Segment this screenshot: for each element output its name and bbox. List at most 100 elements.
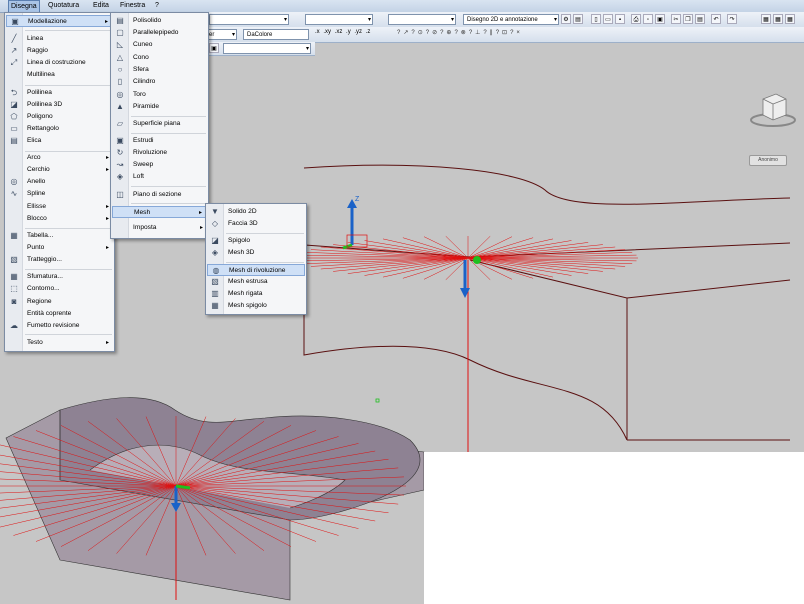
menu-item-parallelepipedo[interactable]: ▢ Parallelepipedo [112,27,207,39]
menu-item-mesh-estrusa[interactable]: ▧ Mesh estrusa [207,276,305,288]
menu-item-cuneo[interactable]: ◺ Cuneo [112,39,207,51]
undo-icon[interactable]: ↶ [711,14,721,24]
layer-state-icon[interactable]: ▣ [209,43,219,53]
menu-item-mesh-spigolo[interactable]: ▦ Mesh spigolo [207,300,305,312]
menu-item-arco[interactable]: Arco ▸ [6,152,113,164]
torus-icon: ◎ [116,90,124,99]
menu-help[interactable]: ? [155,2,159,9]
menu-item-modellazione[interactable]: ▣ Modellazione ▸ [6,15,113,27]
menu-item-blocco[interactable]: Blocco ▸ [6,213,113,225]
workspace-combo[interactable]: Disegno 2D e annotazione ▾ [463,14,559,25]
menu-item-contorno[interactable]: ⬚ Contorno... [6,283,113,295]
menu-item-linea-costruzione[interactable]: ⤢ Linea di costruzione [6,57,113,69]
menu-item-mesh-3d[interactable]: ◈ Mesh 3D [207,247,305,259]
menu-item-punto[interactable]: Punto ▸ [6,242,113,254]
menu-item-imposta[interactable]: Imposta ▸ [112,222,207,234]
menu-item-poligono[interactable]: ⬠ Poligono [6,111,113,123]
settings-icon[interactable]: ▤ [573,14,583,24]
publish-icon[interactable]: ▣ [655,14,665,24]
gear-icon[interactable]: ⚙ [561,14,571,24]
print-icon[interactable]: ⎙ [631,14,641,24]
menu-item-faccia-3d[interactable]: ◇ Faccia 3D [207,218,305,230]
filter-x[interactable]: .x [315,29,320,35]
xline-icon: ⤢ [10,58,18,67]
revolve-icon: ↻ [116,148,124,157]
menu-item-tratteggio[interactable]: ▧ Tratteggio... [6,254,113,266]
menu-item-mesh-rivoluzione[interactable]: ◍ Mesh di rivoluzione [207,264,305,276]
menu-finestra[interactable]: Finestra [120,2,145,9]
toolpalette-icon[interactable]: ▦ [785,14,795,24]
menu-item-anello[interactable]: ◎ Anello [6,176,113,188]
menu-item-entita-coprente[interactable]: Entità coprente [6,308,113,320]
layer-list-combo[interactable]: ▾ [223,43,311,54]
menu-item-rivoluzione[interactable]: ↻ Rivoluzione [112,147,207,159]
lineweight-combo[interactable]: ▾ [305,14,373,25]
menu-edita[interactable]: Edita [93,2,109,9]
save-icon[interactable]: ▪ [615,14,625,24]
filter-xz[interactable]: .xz [335,29,343,35]
gradient-icon: ▦ [10,272,18,281]
polysolid-icon: ▤ [116,16,124,25]
menu-item-tabella[interactable]: ▦ Tabella... [6,230,113,242]
menu-item-sfumatura[interactable]: ▦ Sfumatura... [6,271,113,283]
filter-xy[interactable]: .xy [323,29,331,35]
filter-y[interactable]: .y [346,29,351,35]
color-combo[interactable]: DaColore [243,29,309,40]
menu-item-loft[interactable]: ◈ Loft [112,171,207,183]
redo-icon[interactable]: ↷ [727,14,737,24]
menu-item-regione[interactable]: ◙ Regione [6,296,113,308]
viewcube[interactable] [748,89,798,133]
menu-item-ellisse[interactable]: Ellisse ▸ [6,201,113,213]
menu-item-piramide[interactable]: ▲ Piramide [112,101,207,113]
solid2d-icon: ▼ [211,207,219,216]
menu-item-cerchio[interactable]: Cerchio ▸ [6,164,113,176]
menu-item-spline[interactable]: ∿ Spline [6,188,113,200]
menu-item-toro[interactable]: ◎ Toro [112,89,207,101]
menu-item-linea[interactable]: ╱ Linea [6,33,113,45]
revcloud-icon: ☁ [10,321,18,330]
menu-item-mesh-rigata[interactable]: ▥ Mesh rigata [207,288,305,300]
helix-icon: ▤ [10,136,18,145]
menu-item-piano-sezione[interactable]: ◫ Piano di sezione [112,189,207,201]
linetype-combo[interactable]: ▾ [209,14,289,25]
menu-item-cilindro[interactable]: ▯ Cilindro [112,76,207,88]
filter-z[interactable]: .z [366,29,371,35]
menu-quotatura[interactable]: Quotatura [48,2,79,9]
menu-item-raggio[interactable]: ↗ Raggio [6,45,113,57]
menu-item-sfera[interactable]: ○ Sfera [112,64,207,76]
menu-item-estrudi[interactable]: ▣ Estrudi [112,135,207,147]
menu-item-testo[interactable]: Testo ▸ [6,337,113,349]
menu-item-polilinea[interactable]: ⮌ Polilinea [6,87,113,99]
menu-item-sweep[interactable]: ↝ Sweep [112,159,207,171]
copy-icon[interactable]: ❐ [683,14,693,24]
spline-icon: ∿ [10,189,18,198]
osnap-toolbar[interactable]: ?↗?⊙?⊘?⊕?⊗?⊥?∥?⊡?× [397,29,523,36]
plotstyle-combo[interactable]: ▾ [388,14,456,25]
cone-icon: △ [116,53,124,62]
menu-item-fumetto-revisione[interactable]: ☁ Fumetto revisione [6,320,113,332]
menu-item-rettangolo[interactable]: ▭ Rettangolo [6,123,113,135]
menu-item-polilinea-3d[interactable]: ◪ Polilinea 3D [6,99,113,111]
donut-icon: ◎ [10,177,18,186]
menu-item-spigolo[interactable]: ◪ Spigolo [207,235,305,247]
open-icon[interactable]: ▭ [603,14,613,24]
nav-button-anonimo[interactable]: Anonimo [749,155,787,166]
menu-item-cono[interactable]: △ Cono [112,52,207,64]
properties-icon[interactable]: ▦ [761,14,771,24]
table-icon: ▦ [10,231,18,240]
layer-combo[interactable]: er ▾ [205,29,237,40]
menu-item-superficie-piana[interactable]: ▱ Superficie piana [112,118,207,130]
menu-item-polisolido[interactable]: ▤ Polisolido [112,15,207,27]
cut-icon[interactable]: ✂ [671,14,681,24]
paste-icon[interactable]: ▤ [695,14,705,24]
new-icon[interactable]: ▯ [591,14,601,24]
menu-item-solido-2d[interactable]: ▼ Solido 2D [207,206,305,218]
menu-item-multilinea[interactable]: Multilinea [6,69,113,81]
preview-icon[interactable]: ▫ [643,14,653,24]
menu-item-elica[interactable]: ▤ Elica [6,135,113,147]
mesh3d-icon: ◈ [211,248,219,257]
filter-yz[interactable]: .yz [354,29,362,35]
designcenter-icon[interactable]: ▦ [773,14,783,24]
shaded-solid [5,397,425,601]
menu-item-mesh[interactable]: Mesh ▸ [112,206,207,218]
